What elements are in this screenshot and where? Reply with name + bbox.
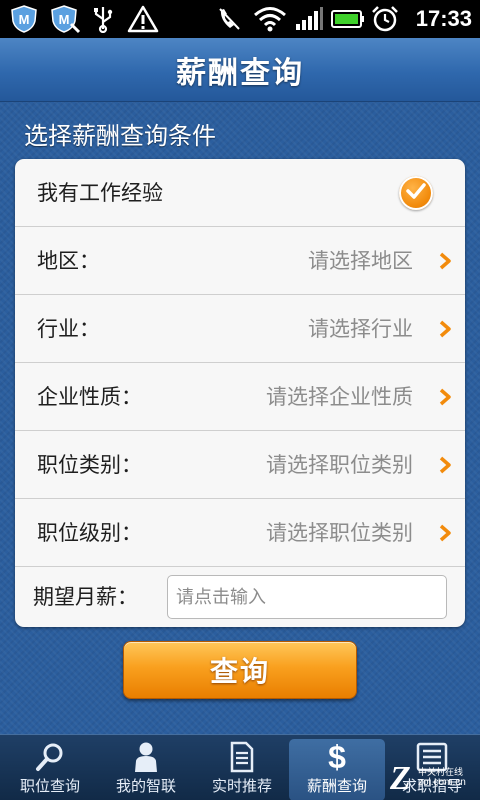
checkmark-icon	[405, 182, 427, 204]
battery-icon	[330, 4, 366, 34]
signal-icon	[294, 4, 324, 34]
page-title: 薪酬查询	[176, 55, 304, 91]
experience-row[interactable]: 我有工作经验	[15, 159, 465, 227]
chevron-right-icon	[437, 319, 453, 339]
region-row[interactable]: 地区： 请选择地区	[15, 227, 465, 295]
clock-time: 17:33	[415, 6, 472, 31]
alarm-icon	[370, 4, 400, 34]
call-muted-icon	[216, 4, 242, 34]
chevron-right-icon	[437, 387, 453, 407]
chevron-right-icon	[437, 523, 453, 543]
person-icon	[128, 741, 164, 773]
job-category-row[interactable]: 职位类别： 请选择职位类别	[15, 431, 465, 499]
mcafee-shield-update-icon: M	[48, 4, 82, 34]
svg-text:M: M	[59, 12, 70, 27]
experience-label: 我有工作经验	[37, 181, 163, 205]
warning-icon	[126, 4, 160, 34]
tab-label: 实时推荐	[211, 777, 272, 795]
experience-checkbox[interactable]	[399, 176, 433, 210]
svg-text:$: $	[328, 740, 346, 774]
company-type-value: 请选择企业性质	[266, 385, 413, 409]
svg-text:Z: Z	[389, 760, 411, 795]
region-value: 请选择地区	[308, 249, 413, 273]
query-button[interactable]: 查询	[123, 641, 357, 699]
watermark-line2: zol.com.cn	[418, 777, 466, 788]
industry-row[interactable]: 行业： 请选择行业	[15, 295, 465, 363]
tab-recommendations[interactable]: 实时推荐	[194, 735, 290, 800]
salary-input[interactable]	[167, 575, 447, 619]
tab-my-zhaopin[interactable]: 我的智联	[98, 735, 194, 800]
svg-text:M: M	[19, 12, 30, 27]
company-type-label: 企业性质：	[37, 385, 142, 409]
usb-icon	[90, 4, 116, 34]
job-level-value: 请选择职位类别	[266, 521, 413, 545]
company-type-row[interactable]: 企业性质： 请选择企业性质	[15, 363, 465, 431]
tab-job-search[interactable]: 职位查询	[2, 735, 98, 800]
industry-value: 请选择行业	[308, 317, 413, 341]
mcafee-shield-icon: M	[8, 4, 40, 34]
bottom-nav: 职位查询 我的智联 实时推荐 $ 薪酬查询 求职指导 Z 中关村在线 zol.c…	[0, 734, 480, 800]
section-heading: 选择薪酬查询条件	[24, 122, 216, 150]
zol-watermark: Z 中关村在线 zol.com.cn	[388, 757, 478, 797]
job-category-value: 请选择职位类别	[266, 453, 413, 477]
chevron-right-icon	[437, 251, 453, 271]
industry-label: 行业：	[37, 317, 100, 341]
tab-label: 薪酬查询	[306, 777, 367, 795]
tab-salary-query[interactable]: $ 薪酬查询	[289, 739, 385, 800]
document-icon	[224, 741, 260, 773]
title-bar: 薪酬查询	[0, 38, 480, 102]
search-icon	[32, 741, 68, 773]
job-category-label: 职位类别：	[37, 453, 142, 477]
status-bar: M M 17:33	[0, 0, 480, 38]
salary-label: 期望月薪：	[33, 585, 138, 609]
wifi-icon	[252, 4, 288, 34]
chevron-right-icon	[437, 455, 453, 475]
tab-label: 职位查询	[19, 777, 80, 795]
query-form-card: 我有工作经验 地区： 请选择地区 行业： 请选择行业 企业性质： 请选择企业性质…	[15, 159, 465, 627]
job-level-row[interactable]: 职位级别： 请选择职位类别	[15, 499, 465, 567]
region-label: 地区：	[37, 249, 100, 273]
job-level-label: 职位级别：	[37, 521, 142, 545]
content-area: 选择薪酬查询条件 我有工作经验 地区： 请选择地区 行业： 请选择行业 企业性质…	[0, 102, 480, 734]
salary-row: 期望月薪：	[15, 567, 465, 627]
tab-label: 我的智联	[115, 777, 176, 795]
dollar-icon: $	[319, 740, 355, 774]
zol-logo-icon: Z	[388, 759, 416, 799]
